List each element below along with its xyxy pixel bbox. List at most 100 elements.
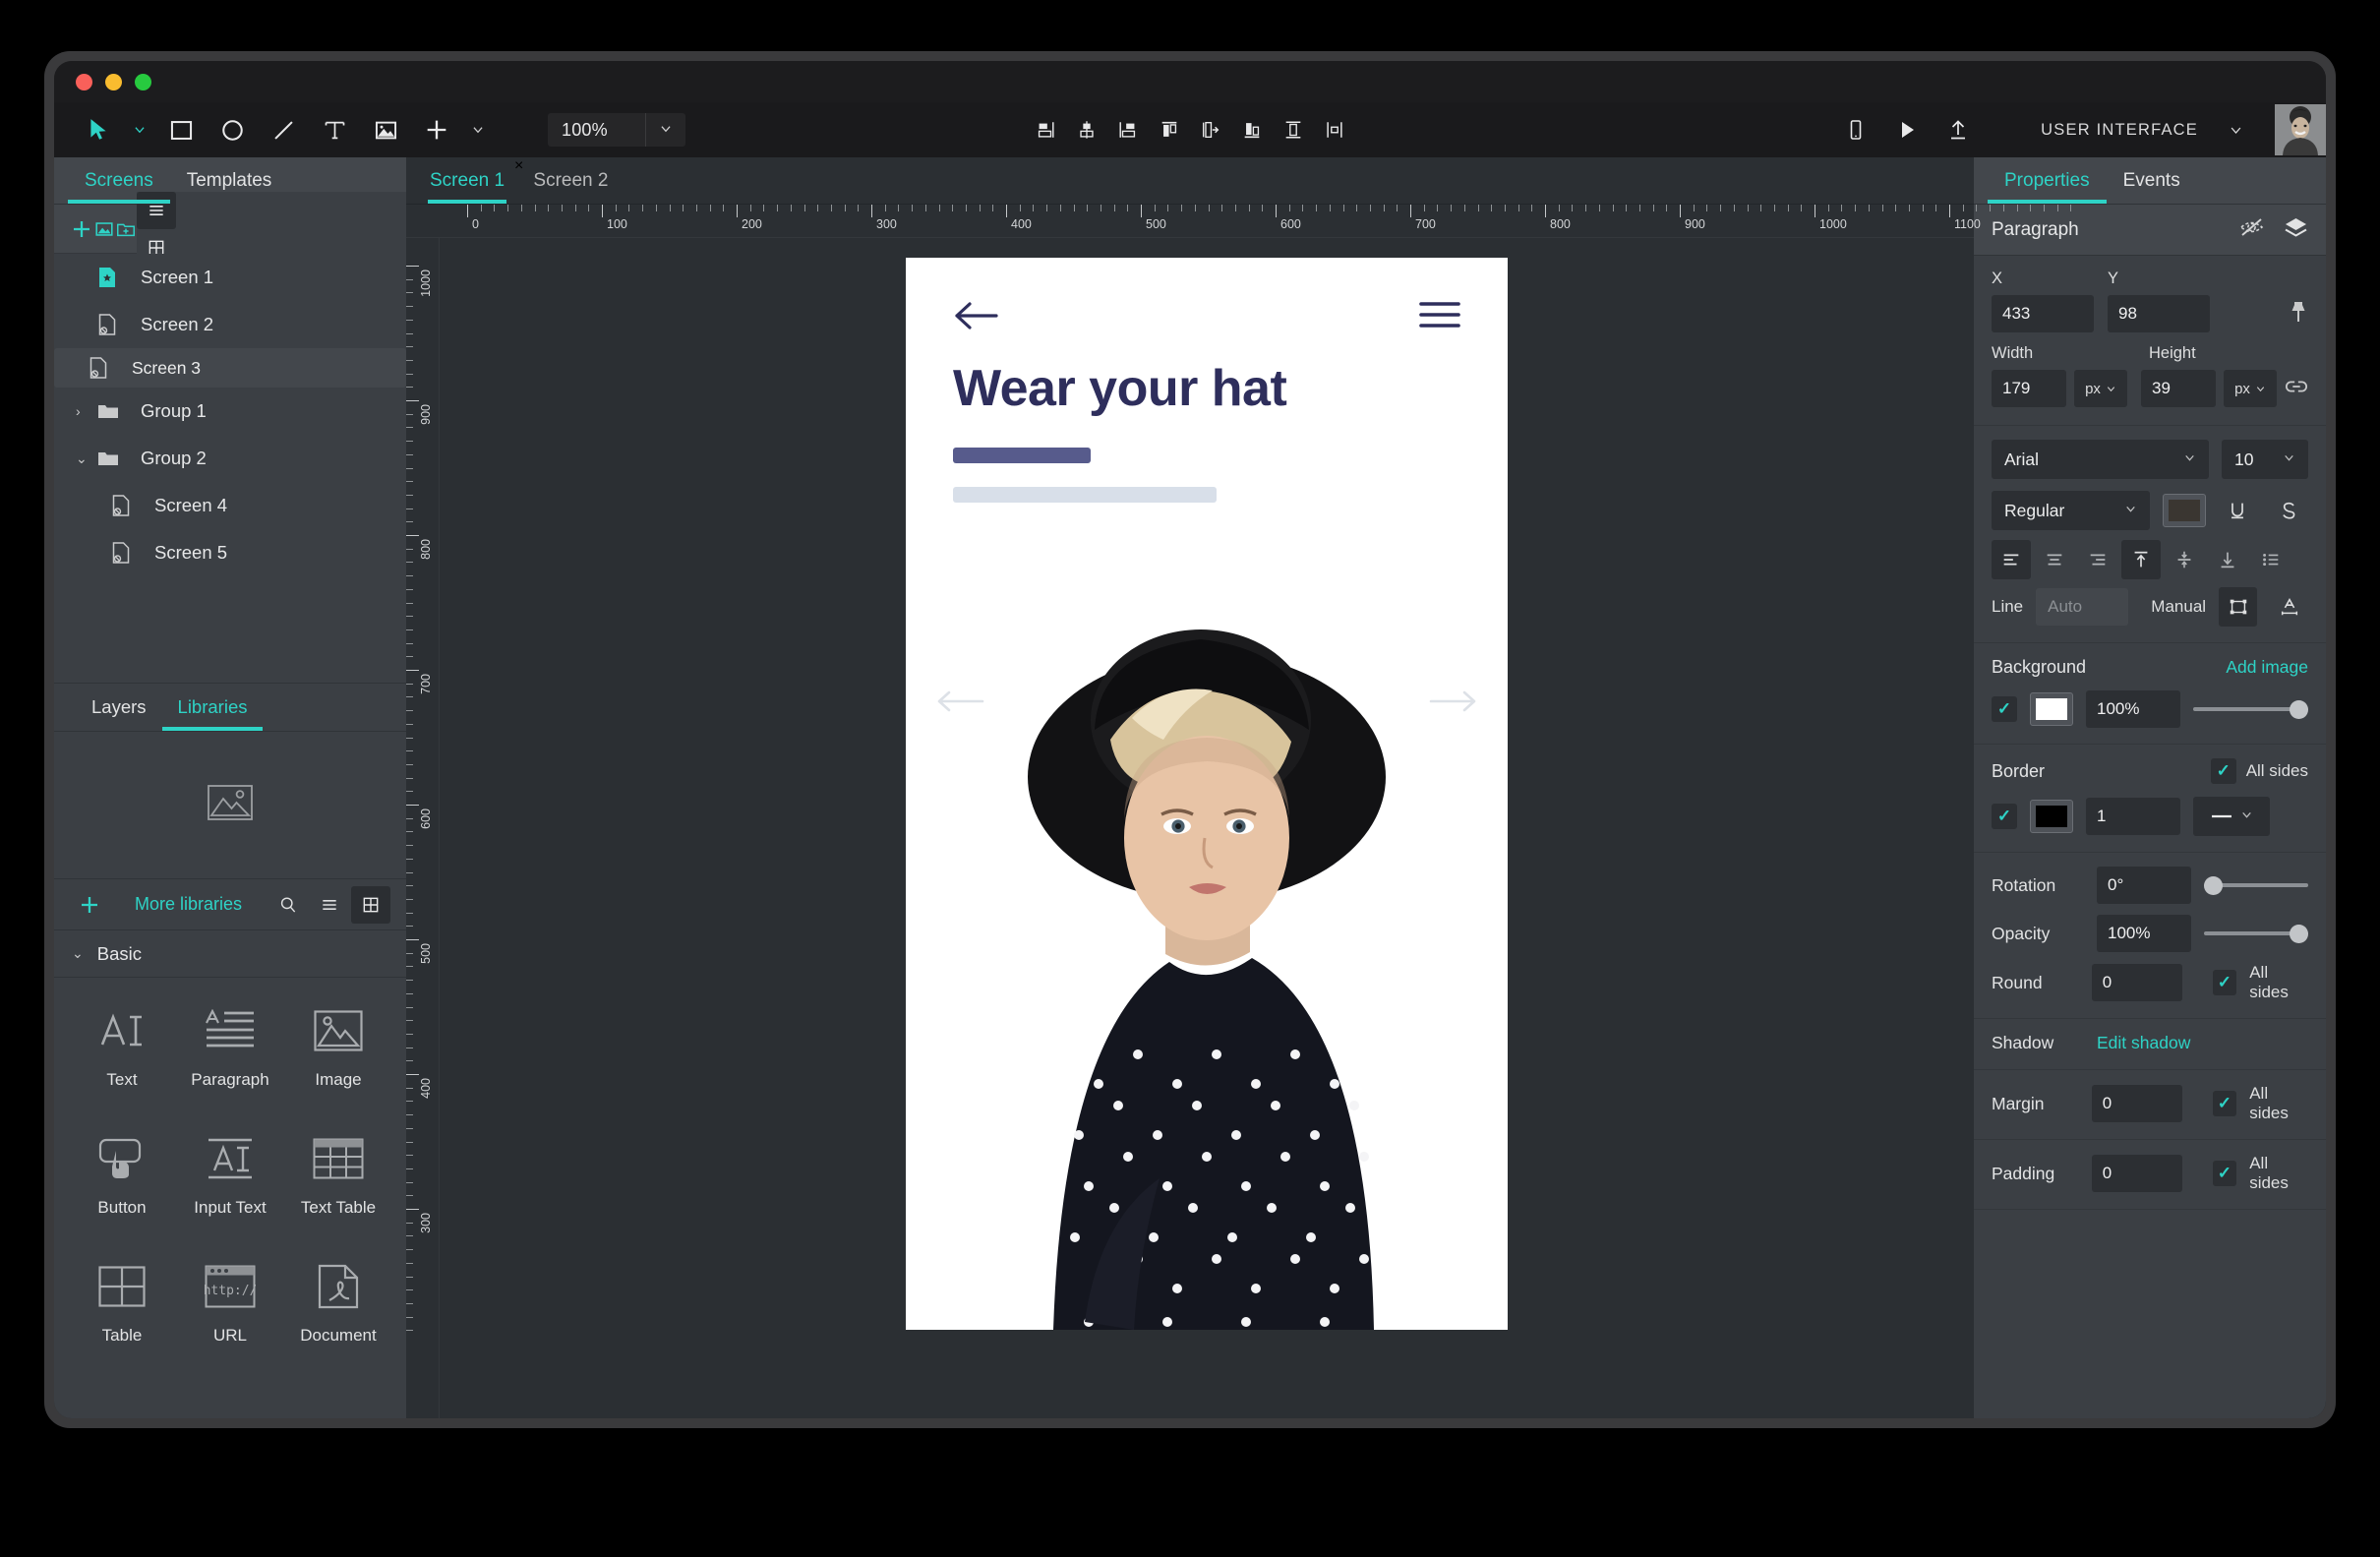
widget-text[interactable]: Text xyxy=(68,993,176,1121)
bounding-box-icon[interactable] xyxy=(2219,587,2258,627)
mobile-preview-icon[interactable] xyxy=(1830,110,1881,150)
search-icon[interactable] xyxy=(268,886,308,924)
select-tool[interactable] xyxy=(76,110,121,150)
align-right-icon[interactable] xyxy=(1114,115,1142,145)
add-tool[interactable] xyxy=(414,110,459,150)
border-all-sides-checkbox[interactable]: ✓ xyxy=(2210,758,2236,784)
opacity-slider[interactable] xyxy=(2204,922,2308,945)
play-preview-button[interactable] xyxy=(1881,110,1933,150)
image-tool[interactable] xyxy=(363,110,408,150)
y-input[interactable]: 98 xyxy=(2108,295,2210,332)
tab-layers[interactable]: Layers xyxy=(76,684,162,731)
slider-knob[interactable] xyxy=(2290,699,2308,719)
border-enabled-checkbox[interactable]: ✓ xyxy=(1992,804,2017,829)
widget-button[interactable]: Button xyxy=(68,1121,176,1249)
text-tool[interactable] xyxy=(312,110,357,150)
x-input[interactable]: 433 xyxy=(1992,295,2094,332)
font-weight-select[interactable]: Regular xyxy=(1992,491,2151,530)
align-text-center-icon[interactable] xyxy=(2035,540,2074,579)
close-icon[interactable]: × xyxy=(514,157,523,204)
align-center-horizontal-icon[interactable] xyxy=(1073,115,1101,145)
artboard-title[interactable]: Wear your hat xyxy=(906,359,1508,418)
background-opacity-slider[interactable] xyxy=(2193,697,2308,721)
vertical-ruler[interactable]: 1000 900 800 700 600 500 400 300 xyxy=(406,238,440,1418)
rotation-input[interactable]: 0° xyxy=(2097,867,2191,904)
widget-text-table[interactable]: Text Table xyxy=(284,1121,392,1249)
width-input[interactable]: 179 xyxy=(1992,370,2066,407)
zoom-control[interactable]: 100% xyxy=(548,113,685,147)
project-dropdown-icon[interactable] xyxy=(2210,110,2261,150)
list-view-icon[interactable] xyxy=(310,886,349,924)
maximize-window-button[interactable] xyxy=(135,73,151,90)
prev-arrow-icon[interactable] xyxy=(935,681,984,723)
minimize-window-button[interactable] xyxy=(105,73,122,90)
add-image-screen-icon[interactable] xyxy=(93,210,115,248)
align-top-icon[interactable] xyxy=(1156,115,1183,145)
chevron-down-icon[interactable]: ⌄ xyxy=(72,945,84,962)
widget-document[interactable]: Document xyxy=(284,1249,392,1377)
add-library-icon[interactable] xyxy=(70,893,109,917)
line-tool[interactable] xyxy=(261,110,306,150)
add-image-link[interactable]: Add image xyxy=(2226,657,2308,678)
widget-input-text[interactable]: Input Text xyxy=(176,1121,284,1249)
screen-list-item-group-1[interactable]: › Group 1 xyxy=(54,388,406,435)
add-tool-dropdown-icon[interactable] xyxy=(465,110,491,150)
screen-list-item-screen-4[interactable]: Screen 4 xyxy=(54,482,406,529)
tab-templates[interactable]: Templates xyxy=(170,157,289,204)
tab-libraries[interactable]: Libraries xyxy=(161,684,264,731)
add-screen-icon[interactable] xyxy=(70,210,93,248)
more-libraries-link[interactable]: More libraries xyxy=(135,894,242,915)
opacity-input[interactable]: 100% xyxy=(2097,915,2191,952)
tab-screens[interactable]: Screens xyxy=(68,157,170,204)
valign-middle-icon[interactable] xyxy=(2165,540,2204,579)
screen-list-item-group-2[interactable]: ⌄ Group 2 xyxy=(54,435,406,482)
design-canvas[interactable]: Wear your hat xyxy=(440,238,1974,1418)
hide-eye-icon[interactable] xyxy=(2239,216,2264,244)
layers-icon[interactable] xyxy=(2284,216,2308,244)
distribute-vertical-icon[interactable] xyxy=(1321,115,1348,145)
hamburger-menu-icon[interactable] xyxy=(1419,299,1460,335)
align-text-right-icon[interactable] xyxy=(2078,540,2117,579)
tab-properties[interactable]: Properties xyxy=(1988,157,2107,204)
round-input[interactable]: 0 xyxy=(2091,964,2182,1001)
avatar[interactable] xyxy=(2275,104,2326,155)
close-window-button[interactable] xyxy=(76,73,92,90)
link-chain-icon[interactable] xyxy=(2285,378,2308,400)
upload-share-button[interactable] xyxy=(1933,110,1984,150)
font-family-select[interactable]: Arial xyxy=(1992,440,2209,479)
border-color-swatch[interactable] xyxy=(2030,800,2073,833)
border-width-input[interactable]: 1 xyxy=(2086,798,2180,835)
chevron-right-icon[interactable]: › xyxy=(76,403,97,419)
round-all-sides-checkbox[interactable]: ✓ xyxy=(2212,970,2237,995)
widget-url[interactable]: http:// URL xyxy=(176,1249,284,1377)
underline-icon[interactable] xyxy=(2219,491,2257,530)
pin-icon[interactable] xyxy=(2289,300,2308,329)
align-text-left-icon[interactable] xyxy=(1992,540,2031,579)
tab-events[interactable]: Events xyxy=(2107,157,2197,204)
align-middle-vertical-icon[interactable] xyxy=(1279,115,1307,145)
slider-knob[interactable] xyxy=(2290,924,2308,943)
chevron-down-icon[interactable]: ⌄ xyxy=(76,450,97,467)
valign-top-icon[interactable] xyxy=(2121,540,2161,579)
widget-image[interactable]: Image xyxy=(284,993,392,1121)
width-unit-select[interactable]: px xyxy=(2074,370,2127,407)
background-color-swatch[interactable] xyxy=(2030,692,2073,726)
background-enabled-checkbox[interactable]: ✓ xyxy=(1992,696,2017,722)
ellipse-tool[interactable] xyxy=(209,110,255,150)
align-bottom-icon[interactable] xyxy=(1238,115,1266,145)
rectangle-tool[interactable] xyxy=(158,110,204,150)
library-category-basic[interactable]: ⌄ Basic xyxy=(54,930,406,978)
canvas-tab-screen-2[interactable]: Screen 2 xyxy=(523,157,618,204)
list-bullets-icon[interactable] xyxy=(2251,540,2291,579)
padding-input[interactable]: 0 xyxy=(2091,1155,2182,1192)
letter-spacing-icon[interactable] xyxy=(2270,587,2308,627)
next-arrow-icon[interactable] xyxy=(1429,681,1478,723)
screen-list-item-screen-3[interactable]: Screen 3 xyxy=(54,348,406,388)
strikethrough-icon[interactable] xyxy=(2270,491,2308,530)
line-height-input[interactable]: Auto xyxy=(2036,588,2129,626)
background-opacity-input[interactable]: 100% xyxy=(2086,690,2180,728)
align-left-icon[interactable] xyxy=(1032,115,1059,145)
height-input[interactable]: 39 xyxy=(2141,370,2216,407)
grid-view-icon[interactable] xyxy=(351,885,390,924)
select-tool-dropdown-icon[interactable] xyxy=(127,110,152,150)
